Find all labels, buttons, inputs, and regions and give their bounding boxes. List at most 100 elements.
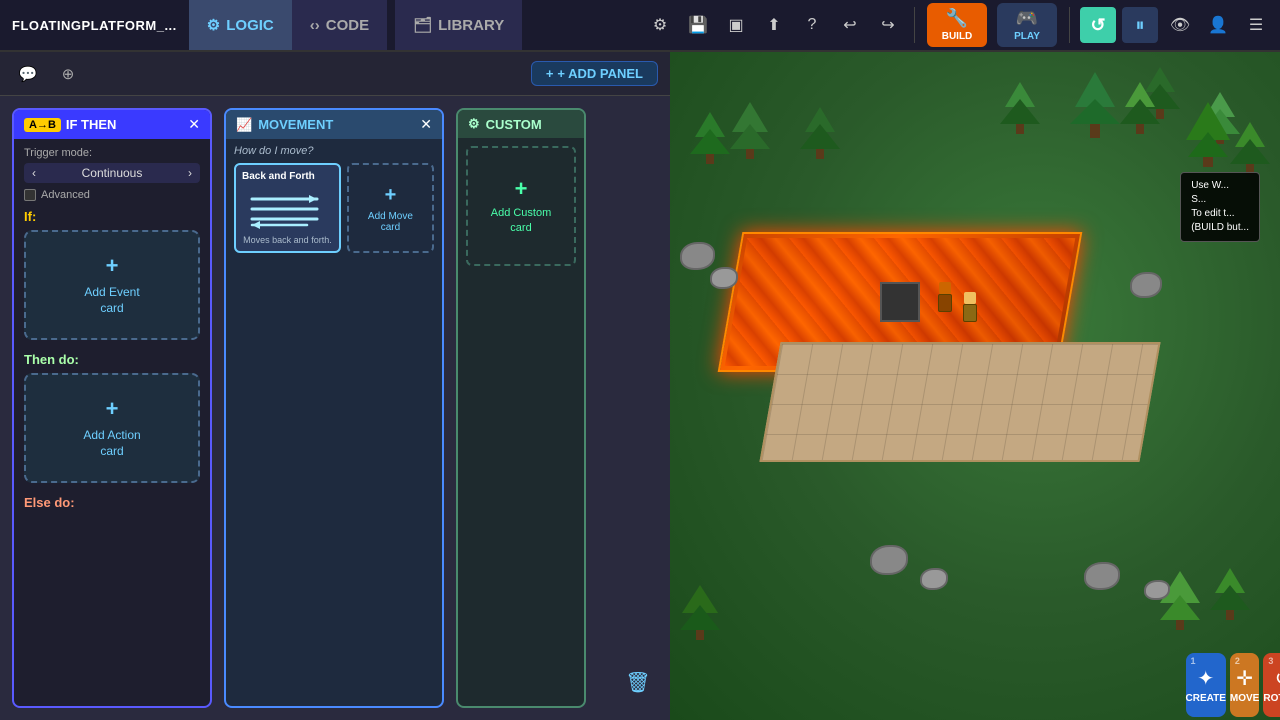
- back-forth-icon: [247, 186, 327, 231]
- tooltip: Use W...S...To edit t...(BUILD but...: [1180, 172, 1260, 242]
- tool-create-button[interactable]: 1 ✦ CREATE: [1186, 653, 1226, 717]
- separator: [914, 7, 915, 43]
- rock-3: [1130, 272, 1162, 298]
- chat-icon[interactable]: 💬: [12, 58, 44, 90]
- trigger-value: Continuous: [82, 166, 143, 180]
- stone-grid: [762, 344, 1158, 460]
- add-action-card-button[interactable]: + Add Actioncard: [24, 373, 200, 483]
- ifthen-card: A→B IF THEN ✕ Trigger mode: ‹ Continuous…: [12, 108, 212, 708]
- move-cards-row: Back and Forth: [234, 163, 434, 253]
- trigger-right-arrow[interactable]: ›: [188, 166, 192, 180]
- tree-5: [1070, 72, 1120, 138]
- else-do-label: Else do:: [24, 495, 200, 510]
- tree-13: [1160, 571, 1200, 630]
- rock-7: [1144, 580, 1170, 600]
- help-icon[interactable]: ?: [796, 9, 828, 41]
- play-button[interactable]: 🎮 PLAY: [997, 3, 1057, 47]
- eye-icon[interactable]: 👁: [1164, 9, 1196, 41]
- add-custom-label: Add Customcard: [491, 206, 552, 237]
- back-forth-desc: Moves back and forth.: [243, 235, 332, 245]
- movement-close-button[interactable]: ✕: [420, 116, 432, 133]
- pause-button[interactable]: ⏸: [1122, 7, 1158, 43]
- upload-icon[interactable]: ⬆: [758, 9, 790, 41]
- play-controller-icon: 🎮: [1016, 8, 1038, 29]
- ifthen-close-button[interactable]: ✕: [188, 116, 200, 133]
- create-icon: ✦: [1197, 666, 1214, 691]
- build-button[interactable]: 🔧 BUILD: [927, 3, 987, 47]
- back-forth-card[interactable]: Back and Forth: [234, 163, 341, 253]
- add-custom-card-button[interactable]: + Add Customcard: [466, 146, 576, 266]
- add-move-label: Add Movecard: [368, 211, 413, 233]
- tool-rotate-button[interactable]: 3 ↺ ROTATE: [1263, 653, 1280, 717]
- movement-header: 📈 MOVEMENT ✕: [226, 110, 442, 139]
- build-wrench-icon: 🔧: [946, 8, 968, 29]
- move-num: 2: [1235, 656, 1240, 666]
- menu-icon[interactable]: ☰: [1240, 9, 1272, 41]
- redo-icon[interactable]: ↪: [872, 9, 904, 41]
- add-move-card-button[interactable]: + Add Movecard: [347, 163, 434, 253]
- add-event-label: Add Eventcard: [84, 285, 139, 316]
- tree-11: [680, 585, 720, 640]
- add-custom-plus-icon: +: [515, 176, 528, 202]
- add-event-plus-icon: +: [106, 253, 119, 279]
- cards-area: A→B IF THEN ✕ Trigger mode: ‹ Continuous…: [0, 96, 670, 720]
- tab-code[interactable]: ‹› CODE: [292, 0, 387, 50]
- refresh-button[interactable]: ↺: [1080, 7, 1116, 43]
- tree-1: [690, 112, 730, 164]
- custom-card: ⚙ CUSTOM + Add Customcard: [456, 108, 586, 708]
- rotate-icon: ↺: [1275, 666, 1280, 691]
- then-do-label: Then do:: [24, 352, 200, 367]
- tool-move-button[interactable]: 2 ✛ MOVE: [1230, 653, 1259, 717]
- logic-gear-icon: ⚙: [207, 16, 220, 34]
- separator2: [1069, 7, 1070, 43]
- rock-5: [920, 568, 948, 590]
- custom-header: ⚙ CUSTOM: [458, 110, 584, 138]
- top-icons: ⚙ 💾 ▣ ⬆ ? ↩ ↪ 🔧 BUILD 🎮 PLAY ↺ ⏸ 👁 👤 ☰: [644, 3, 1280, 47]
- code-brackets-icon: ‹›: [310, 17, 320, 34]
- trigger-mode-label: Trigger mode:: [24, 147, 200, 159]
- rock-4: [870, 545, 908, 575]
- tab-logic[interactable]: ⚙ LOGIC: [189, 0, 292, 50]
- advanced-row: Advanced: [24, 189, 200, 201]
- rotate-num: 3: [1268, 656, 1273, 666]
- custom-gear-icon: ⚙: [468, 116, 480, 132]
- undo-icon[interactable]: ↩: [834, 9, 866, 41]
- movement-title: 📈 MOVEMENT: [236, 117, 333, 133]
- profile-icon[interactable]: 👤: [1202, 9, 1234, 41]
- trigger-select[interactable]: ‹ Continuous ›: [24, 163, 200, 183]
- ab-label: A→B: [24, 118, 61, 132]
- how-move-label: How do I move?: [234, 145, 434, 157]
- tooltip-line1: Use W...S...To edit t...(BUILD but...: [1191, 180, 1249, 233]
- add-action-plus-icon: +: [106, 396, 119, 422]
- tree-2: [730, 102, 770, 159]
- ifthen-title: A→B IF THEN: [24, 117, 116, 132]
- project-title: FLOATINGPLATFORM_...: [0, 0, 189, 50]
- tree-8: [1230, 122, 1270, 174]
- ifthen-header: A→B IF THEN ✕: [14, 110, 210, 139]
- save-icon[interactable]: 💾: [682, 9, 714, 41]
- back-forth-title: Back and Forth: [242, 171, 333, 182]
- settings-icon[interactable]: ⚙: [644, 9, 676, 41]
- rock-1: [680, 242, 715, 270]
- plus-icon: +: [546, 66, 554, 81]
- add-event-card-button[interactable]: + Add Eventcard: [24, 230, 200, 340]
- add-panel-button[interactable]: + + ADD PANEL: [531, 61, 658, 86]
- tab-library[interactable]: 🗂 LIBRARY: [395, 0, 522, 50]
- window-icon[interactable]: ▣: [720, 9, 752, 41]
- logic-panel: 💬 ⊕ + + ADD PANEL A→B IF THEN ✕ Trigger …: [0, 52, 670, 720]
- delete-button[interactable]: 🗑: [620, 664, 656, 700]
- tree-9: [1186, 102, 1230, 167]
- rock-6: [1084, 562, 1120, 590]
- focus-icon[interactable]: ⊕: [52, 58, 84, 90]
- rotate-label: ROTATE: [1263, 693, 1280, 704]
- movement-card: 📈 MOVEMENT ✕ How do I move? Back and For…: [224, 108, 444, 708]
- create-num: 1: [1191, 656, 1196, 666]
- movement-chart-icon: 📈: [236, 117, 252, 133]
- tree-4: [1000, 82, 1040, 134]
- move-icon: ✛: [1236, 666, 1253, 691]
- game-viewport: Use W...S...To edit t...(BUILD but... 1 …: [670, 52, 1280, 720]
- tree-12: [1210, 568, 1250, 620]
- advanced-checkbox[interactable]: [24, 189, 36, 201]
- create-label: CREATE: [1186, 693, 1226, 704]
- trigger-left-arrow[interactable]: ‹: [32, 166, 36, 180]
